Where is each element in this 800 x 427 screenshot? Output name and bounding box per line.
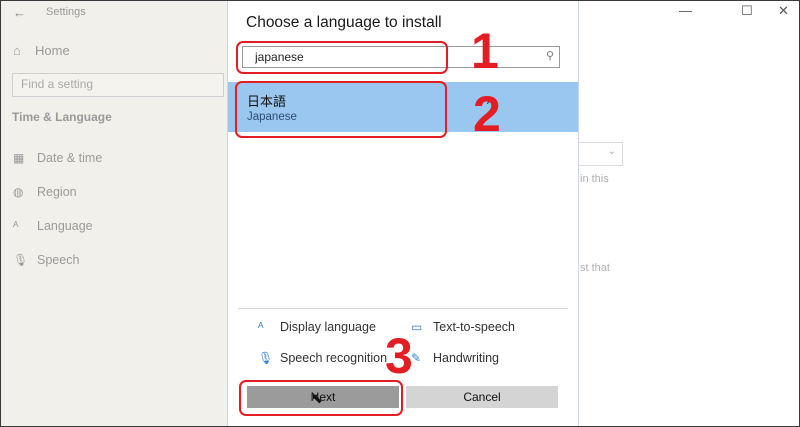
find-setting-input[interactable] (13, 74, 219, 94)
calendar-icon: ▦ (13, 151, 25, 165)
minimize-button[interactable]: — (679, 3, 692, 18)
settings-titlebar: ← Settings (1, 1, 227, 25)
feature-display-language: ᴬ Display language (258, 320, 376, 334)
divider (238, 308, 568, 309)
nav-item-language[interactable]: ᴬ Language (13, 219, 93, 233)
language-icon: ᴬ (13, 219, 19, 233)
feature-label: Text-to-speech (433, 320, 515, 334)
find-setting-search[interactable] (12, 73, 224, 97)
background-text: st that (580, 262, 610, 274)
annotation-number: 1 (471, 23, 499, 79)
nav-home[interactable]: ⌂ Home (13, 43, 70, 58)
handwriting-icon: ✎ (411, 351, 422, 365)
text-to-speech-icon: ▭ (411, 320, 423, 334)
annotation-number: 2 (473, 86, 501, 142)
home-icon: ⌂ (13, 43, 21, 58)
feature-speech-recognition: 🎙 Speech recognition (258, 351, 387, 365)
globe-icon: ◍ (13, 185, 24, 199)
annotation-box-next (239, 380, 403, 416)
feature-label: Speech recognition (280, 351, 388, 365)
dialog-title: Choose a language to install (246, 14, 442, 31)
microphone-icon: 🎙 (13, 253, 29, 267)
maximize-button[interactable]: ☐ (741, 3, 753, 19)
back-arrow-icon[interactable]: ← (13, 5, 26, 20)
feature-label: Display language (280, 320, 376, 334)
nav-item-speech[interactable]: 🎙 Speech (13, 253, 79, 267)
nav-item-label: Region (37, 185, 77, 199)
search-icon[interactable]: ⚲ (546, 49, 554, 62)
annotation-number: 3 (385, 328, 413, 384)
feature-text-to-speech: ▭ Text-to-speech (411, 320, 515, 334)
section-heading: Time & Language (12, 110, 112, 124)
background-dropdown[interactable]: ⌄ (577, 142, 623, 166)
nav-item-label: Speech (37, 253, 80, 267)
settings-content-pane: — ☐ ✕ ⌄ in this st that (577, 1, 799, 426)
window-title: Settings (46, 6, 86, 18)
nav-home-label: Home (35, 43, 70, 58)
speech-recognition-icon: 🎙 (258, 351, 274, 365)
background-text: in this (580, 173, 609, 185)
nav-item-date-time[interactable]: ▦ Date & time (13, 151, 102, 165)
close-button[interactable]: ✕ (778, 3, 789, 19)
feature-handwriting: ✎ Handwriting (411, 351, 499, 365)
nav-item-label: Date & time (37, 151, 103, 165)
nav-item-label: Language (37, 219, 93, 233)
chevron-down-icon: ⌄ (607, 146, 616, 157)
annotation-box-search (236, 41, 448, 74)
cancel-button[interactable]: Cancel (406, 386, 558, 408)
nav-item-region[interactable]: ◍ Region (13, 185, 77, 199)
feature-label: Handwriting (433, 351, 500, 365)
annotation-box-result (235, 81, 447, 138)
display-language-icon: ᴬ (258, 320, 264, 334)
screenshot-frame: ← Settings ⌂ Home Time & Language ▦ Date &… (0, 0, 800, 427)
settings-nav-pane: ← Settings ⌂ Home Time & Language ▦ Date &… (1, 1, 227, 426)
